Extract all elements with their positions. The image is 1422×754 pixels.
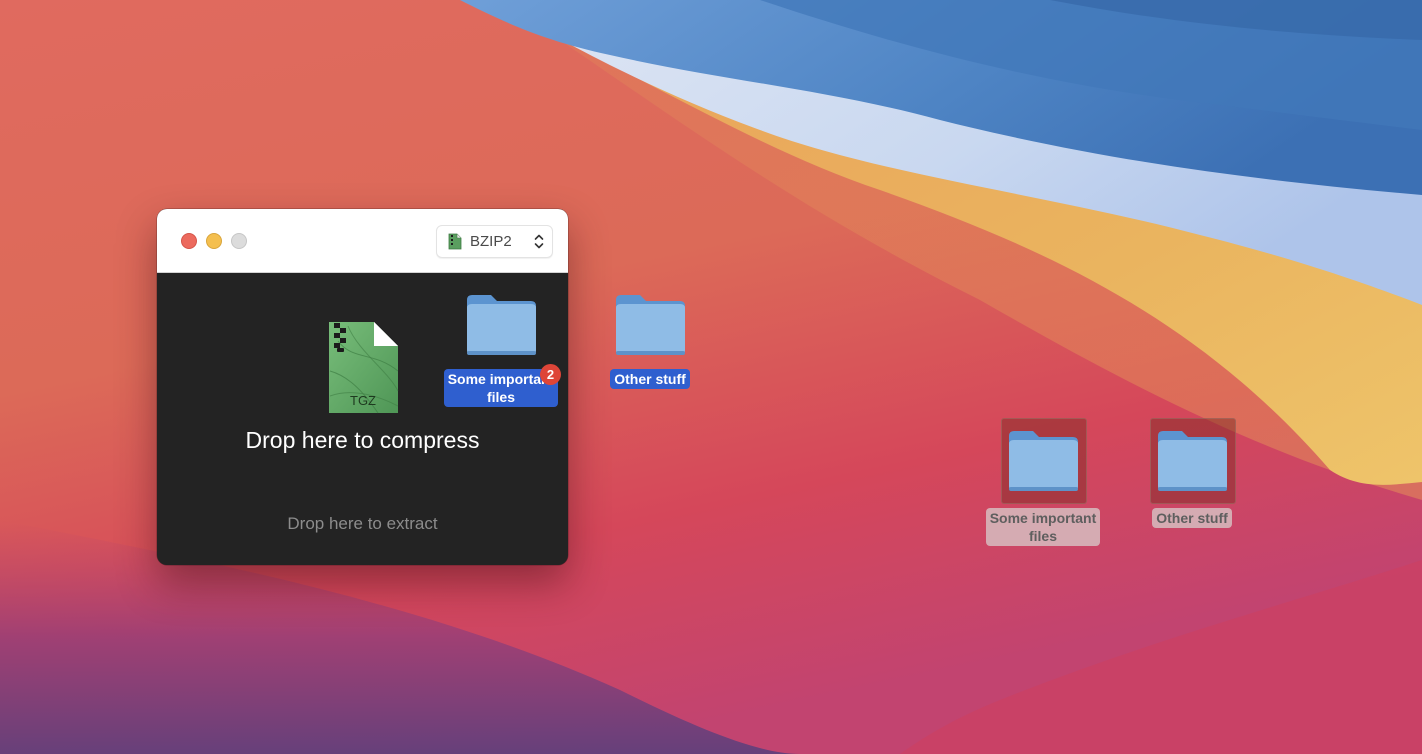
compress-drop-label: Drop here to compress	[245, 427, 480, 453]
green-archive-doc-icon	[448, 233, 462, 250]
dragged-folder-other-stuff[interactable]: Other stuff	[600, 292, 700, 389]
zoom-button[interactable]	[231, 233, 247, 249]
minimize-button[interactable]	[206, 233, 222, 249]
chevron-up-down-icon	[534, 234, 544, 249]
folder-label: Some important files	[985, 508, 1101, 546]
extract-drop-label: Drop here to extract	[287, 514, 438, 533]
folder-icon	[616, 295, 685, 355]
folder-label: Other stuff	[610, 369, 690, 389]
desktop-folder-other-stuff[interactable]: Other stuff	[1142, 428, 1242, 528]
folder-icon	[1158, 431, 1227, 491]
desktop-folder-some-important-files[interactable]: Some important files	[978, 428, 1108, 546]
tgz-icon-label: TGZ	[350, 393, 376, 408]
format-select-value: BZIP2	[470, 233, 512, 250]
folder-icon	[467, 295, 536, 355]
folder-icon	[1009, 431, 1078, 491]
dragged-folder-some-important-files[interactable]: Some important files 2	[436, 292, 566, 407]
tgz-archive-icon: TGZ	[329, 322, 399, 414]
folder-label: Other stuff	[1152, 508, 1232, 528]
close-button[interactable]	[181, 233, 197, 249]
drag-count-badge: 2	[540, 364, 561, 385]
format-select[interactable]: BZIP2	[436, 225, 553, 258]
title-bar[interactable]: BZIP2	[157, 209, 568, 273]
